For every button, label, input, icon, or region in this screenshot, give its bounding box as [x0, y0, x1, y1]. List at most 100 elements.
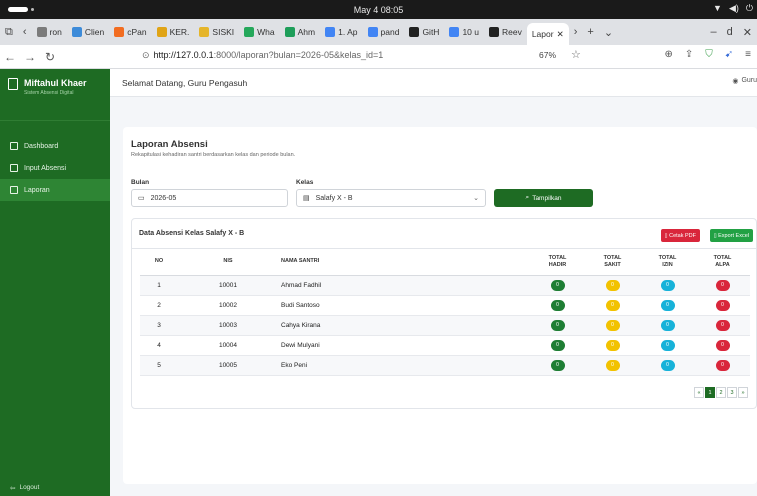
browser-tab[interactable]: Wha [239, 22, 279, 42]
badge-izin: 0 [660, 299, 675, 311]
bookmark-star-icon[interactable]: ☆ [571, 48, 581, 61]
col-header-sakit-line2: SAKIT [604, 261, 621, 268]
reload-icon[interactable]: ↻ [40, 50, 60, 64]
attendance-table-card: Data Absensi Kelas Salafy X - B ▯ Cetak … [131, 218, 757, 409]
cetak-pdf-button[interactable]: ▯ Cetak PDF [660, 229, 700, 242]
badge-sakit: 0 [605, 339, 620, 351]
row-nama: Ahmad Fadhil [278, 275, 530, 296]
brand-subtitle: Sistem Absensi Digital [24, 90, 74, 96]
browser-tab-label: cPan [127, 27, 147, 37]
col-header-nis: NIS [178, 249, 278, 276]
export-excel-label: Export Excel [718, 232, 749, 239]
row-nis: 10002 [178, 295, 278, 316]
col-header-sakit: TOTAL SAKIT [585, 249, 640, 276]
tab-favicon-icon [325, 27, 336, 37]
browser-tab[interactable]: Reev [484, 22, 527, 42]
bulan-input[interactable]: ▭ 2026-05 [131, 189, 288, 207]
browser-tab-label: pand [380, 27, 400, 37]
system-tray[interactable]: ▼ ◀) ⏻ [713, 3, 753, 14]
zoom-level[interactable]: 67% [539, 50, 556, 60]
kelas-label: Kelas [296, 179, 314, 186]
minimize-icon[interactable]: – [706, 26, 722, 38]
pagination: «1 2 3» [694, 387, 748, 398]
pagination-item[interactable]: 2 [716, 387, 726, 398]
account-icon[interactable]: d [722, 26, 738, 38]
pagination-item[interactable]: 1 [705, 387, 715, 398]
tab-list-icon[interactable]: ⧉ [0, 26, 18, 39]
cell-total-hadir: 0 [530, 355, 585, 376]
browser-tab-label: Wha [257, 27, 275, 37]
kelas-value: Salafy X - B [315, 194, 353, 202]
col-header-alpa: TOTAL ALPA [695, 249, 750, 276]
extension-arrow-icon[interactable]: ➹ [725, 49, 733, 60]
table-title: Data Absensi Kelas Salafy X - B [139, 230, 245, 237]
browser-tab-label: 1. Ap [338, 27, 358, 37]
volume-icon: ◀) [728, 3, 739, 13]
cell-total-hadir: 0 [530, 275, 585, 296]
browser-tab[interactable]: pand [363, 22, 405, 42]
badge-hadir: 0 [550, 319, 565, 331]
new-tab-icon[interactable]: + [582, 26, 598, 38]
tab-menu-chevron-icon[interactable]: ⌄ [599, 26, 618, 39]
browser-tab[interactable]: GitH [404, 22, 444, 42]
col-header-izin-line2: IZIN [662, 261, 673, 268]
browser-tab[interactable]: ron [32, 22, 67, 42]
attendance-table: NO NIS NAMA SANTRI TOTAL HADIR TOTAL SAKIT… [140, 249, 750, 376]
cell-total-alpa: 0 [695, 315, 750, 336]
close-window-icon[interactable]: ✕ [738, 26, 757, 39]
forward-icon[interactable]: → [20, 50, 40, 64]
site-info-icon[interactable]: ⊙ [142, 50, 150, 61]
browser-tab-label: Reev [501, 27, 522, 37]
table-row: 3 10003 Cahya Kirana 0 0 0 0 [140, 315, 750, 336]
shield-icon[interactable]: ⛉ [705, 49, 713, 60]
pagination-item[interactable]: » [738, 387, 748, 398]
pagination-item[interactable]: « [694, 387, 704, 398]
logout-link[interactable]: ⇦ Logout [10, 484, 39, 492]
tampilkan-button[interactable]: ⌕ Tampilkan [494, 189, 593, 207]
browser-tab-bar: ⧉ ‹ ron Clien cPan KER. SISKI Wha Ahm 1. Ap pand… [0, 19, 757, 45]
cell-total-sakit: 0 [585, 295, 640, 316]
row-no: 1 [140, 275, 178, 296]
browser-tab[interactable]: KER. [152, 22, 195, 42]
cell-total-hadir: 0 [530, 315, 585, 336]
browser-tab[interactable]: 10 u [444, 22, 484, 42]
tab-close-icon[interactable]: ✕ [557, 29, 564, 40]
back-icon[interactable]: ← [0, 50, 20, 64]
tab-favicon-icon [71, 27, 82, 37]
cell-total-alpa: 0 [695, 335, 750, 356]
badge-izin: 0 [660, 359, 675, 371]
badge-sakit: 0 [605, 319, 620, 331]
sidebar-item-dashboard[interactable]: Dashboard [0, 135, 110, 157]
cell-total-sakit: 0 [585, 355, 640, 376]
url-field[interactable]: ⊙ http://127.0.0.1:8000/laporan?bulan=20… [142, 50, 383, 61]
browser-tab[interactable]: cPan [109, 22, 151, 42]
dashboard-icon [10, 142, 18, 150]
browser-tab[interactable]: Ahm [280, 22, 320, 42]
export-excel-button[interactable]: ▯ Export Excel [709, 229, 753, 242]
row-nis: 10001 [178, 275, 278, 296]
table-row: 5 10005 Eko Peni 0 0 0 0 [140, 355, 750, 376]
user-menu[interactable]: ◉ Guru [732, 77, 757, 85]
kelas-select[interactable]: ▤ Salafy X - B ⌄ [296, 189, 486, 207]
sidebar-item-laporan[interactable]: Laporan [0, 179, 110, 201]
col-header-sakit-line1: TOTAL [603, 254, 622, 261]
tab-scroll-left-icon[interactable]: ‹ [18, 26, 32, 38]
cetak-pdf-label: Cetak PDF [669, 232, 696, 239]
share-icon[interactable]: ⇪ [685, 49, 693, 60]
badge-hadir: 0 [550, 339, 565, 351]
browser-tab[interactable]: Clien [67, 22, 109, 42]
extension-icon[interactable]: ⊕ [664, 49, 672, 60]
system-clock[interactable]: May 4 08:05 [0, 5, 757, 15]
browser-menu-icon[interactable]: ≡ [745, 49, 751, 60]
col-header-nama: NAMA SANTRI [278, 249, 530, 276]
browser-tab[interactable]: 1. Ap [320, 22, 362, 42]
tab-active[interactable]: Lapor ✕ [526, 23, 569, 45]
table-row: 2 10002 Budi Santoso 0 0 0 0 [140, 295, 750, 316]
row-nis: 10005 [178, 355, 278, 376]
cell-total-alpa: 0 [695, 275, 750, 296]
row-nama: Budi Santoso [278, 295, 530, 316]
sidebar-item-input-absensi[interactable]: Input Absensi [0, 157, 110, 179]
browser-tab[interactable]: SISKI [194, 22, 239, 42]
pagination-item[interactable]: 3 [727, 387, 737, 398]
tab-scroll-right-icon[interactable]: › [569, 26, 583, 38]
